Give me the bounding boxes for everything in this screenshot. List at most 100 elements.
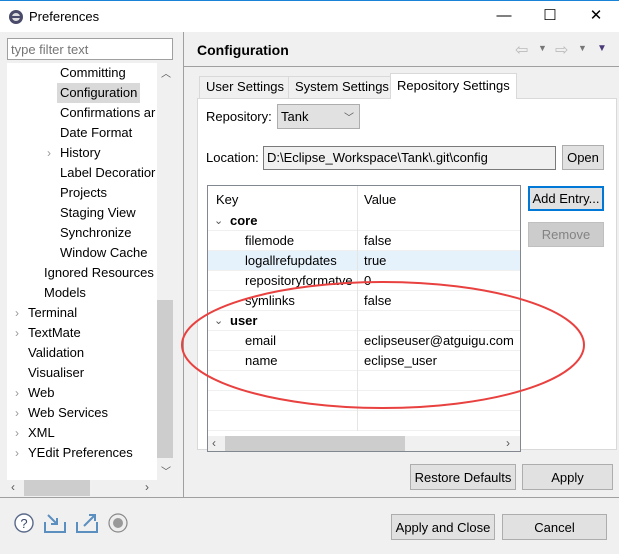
tree-item[interactable]: Window Cache bbox=[60, 243, 147, 263]
repository-select[interactable]: Tank ﹀ bbox=[277, 104, 360, 129]
tree-item[interactable]: Committing bbox=[60, 63, 126, 83]
column-divider[interactable] bbox=[357, 186, 358, 431]
entry-value: eclipse_user bbox=[364, 353, 437, 368]
entry-key: email bbox=[245, 333, 277, 348]
table-section-row[interactable]: ⌄ core bbox=[208, 211, 520, 231]
expand-chevron-icon[interactable]: › bbox=[15, 403, 19, 423]
record-icon[interactable] bbox=[108, 513, 128, 533]
forward-icon[interactable]: ⇨ bbox=[555, 40, 568, 60]
tree-item[interactable]: Label Decoratior bbox=[60, 163, 155, 183]
tab-repository-settings[interactable]: Repository Settings bbox=[390, 73, 517, 99]
close-button[interactable]: ✕ bbox=[576, 5, 616, 29]
cancel-button[interactable]: Cancel bbox=[502, 514, 607, 540]
section-key: core bbox=[230, 213, 258, 228]
tree-item[interactable]: Terminal bbox=[28, 303, 77, 323]
tree-item[interactable]: Configuration bbox=[57, 83, 141, 103]
tree-scroll-thumb[interactable] bbox=[157, 300, 173, 458]
eclipse-gear-icon bbox=[9, 10, 23, 24]
open-button[interactable]: Open bbox=[562, 145, 604, 170]
table-row[interactable]: repositoryformatve 0 bbox=[208, 271, 520, 291]
entry-value: 0 bbox=[364, 273, 372, 288]
add-entry-button[interactable]: Add Entry... bbox=[528, 186, 604, 211]
apply-button[interactable]: Apply bbox=[522, 464, 613, 490]
view-menu-icon[interactable]: ▼ bbox=[597, 43, 607, 54]
empty-row bbox=[208, 411, 520, 431]
tab-user-settings[interactable]: User Settings bbox=[199, 76, 292, 98]
entry-value: false bbox=[364, 293, 392, 308]
entry-key: symlinks bbox=[245, 293, 295, 308]
help-icon[interactable]: ? bbox=[14, 513, 34, 533]
filter-input[interactable] bbox=[7, 38, 173, 60]
tree-item[interactable]: Models bbox=[44, 283, 86, 303]
column-header-value[interactable]: Value bbox=[364, 188, 396, 212]
table-horizontal-scrollbar[interactable]: ‹ › bbox=[208, 436, 520, 451]
tree-item[interactable]: YEdit Preferences bbox=[28, 443, 133, 463]
apply-and-close-button[interactable]: Apply and Close bbox=[391, 514, 495, 540]
expand-chevron-icon[interactable]: › bbox=[15, 423, 19, 443]
entry-key: filemode bbox=[245, 233, 295, 248]
preferences-tree: Committing Configuration Confirmations ar D… bbox=[7, 63, 157, 480]
import-icon[interactable] bbox=[43, 512, 67, 534]
tree-item[interactable]: Synchronize bbox=[60, 223, 132, 243]
collapse-chevron-icon[interactable]: ⌄ bbox=[214, 311, 223, 331]
tree-item[interactable]: History bbox=[60, 143, 100, 163]
expand-chevron-icon[interactable]: › bbox=[47, 143, 51, 163]
maximize-button[interactable]: ☐ bbox=[530, 5, 570, 29]
expand-chevron-icon[interactable]: › bbox=[15, 443, 19, 463]
back-menu-icon[interactable]: ▼ bbox=[538, 43, 547, 53]
svg-text:?: ? bbox=[20, 516, 27, 531]
repository-label: Repository: bbox=[206, 109, 272, 124]
expand-chevron-icon[interactable]: › bbox=[15, 383, 19, 403]
tree-item[interactable]: Projects bbox=[60, 183, 107, 203]
tree-item[interactable]: Web Services bbox=[28, 403, 108, 423]
title-bar: Preferences — ☐ ✕ bbox=[0, 0, 619, 32]
table-header: Key Value bbox=[208, 188, 520, 212]
chevron-down-icon: ﹀ bbox=[344, 113, 354, 124]
column-header-key[interactable]: Key bbox=[216, 188, 238, 212]
config-table: Key Value ⌄ core filemode false logallrefupd… bbox=[207, 185, 521, 452]
page-title: Configuration bbox=[197, 42, 289, 58]
section-key: user bbox=[230, 313, 258, 328]
tab-system-settings[interactable]: System Settings bbox=[288, 76, 396, 98]
remove-button[interactable]: Remove bbox=[528, 222, 604, 247]
tree-item[interactable]: Web bbox=[28, 383, 55, 403]
dialog-button-bar: ? Apply and Close Cancel bbox=[0, 497, 619, 554]
tree-item[interactable]: Validation bbox=[28, 343, 84, 363]
tree-item[interactable]: Date Format bbox=[60, 123, 132, 143]
tree-horizontal-scrollbar[interactable]: ‹ › bbox=[7, 480, 157, 496]
sash-divider[interactable] bbox=[183, 32, 184, 498]
tree-item[interactable]: Staging View bbox=[60, 203, 136, 223]
entry-key: repositoryformatve bbox=[245, 273, 353, 288]
header-divider bbox=[184, 66, 619, 67]
entry-value: true bbox=[364, 253, 387, 268]
tree-item[interactable]: Visualiser bbox=[28, 363, 84, 383]
table-row[interactable]: symlinks false bbox=[208, 291, 520, 311]
table-row[interactable]: email eclipseuser@atguigu.com bbox=[208, 331, 520, 351]
entry-value: eclipseuser@atguigu.com bbox=[364, 333, 514, 348]
tree-item[interactable]: XML bbox=[28, 423, 55, 443]
expand-chevron-icon[interactable]: › bbox=[15, 303, 19, 323]
tree-item[interactable]: Ignored Resources bbox=[44, 263, 154, 283]
tree-item[interactable]: TextMate bbox=[28, 323, 81, 343]
collapse-chevron-icon[interactable]: ⌄ bbox=[214, 211, 223, 231]
entry-value: false bbox=[364, 233, 392, 248]
export-icon[interactable] bbox=[75, 512, 99, 534]
restore-defaults-button[interactable]: Restore Defaults bbox=[410, 464, 516, 490]
location-field[interactable]: D:\Eclipse_Workspace\Tank\.git\config bbox=[263, 146, 556, 170]
empty-row bbox=[208, 391, 520, 411]
tree-item[interactable]: Confirmations ar bbox=[60, 103, 155, 123]
forward-menu-icon[interactable]: ▼ bbox=[578, 43, 587, 53]
table-section-row[interactable]: ⌄ user bbox=[208, 311, 520, 331]
table-row[interactable]: filemode false bbox=[208, 231, 520, 251]
back-icon[interactable]: ⇦ bbox=[515, 40, 528, 60]
repository-value: Tank bbox=[281, 109, 309, 124]
window-title: Preferences bbox=[29, 9, 100, 24]
entry-key: name bbox=[245, 353, 278, 368]
minimize-button[interactable]: — bbox=[484, 5, 524, 29]
empty-row bbox=[208, 371, 520, 391]
entry-key: logallrefupdates bbox=[245, 253, 337, 268]
expand-chevron-icon[interactable]: › bbox=[15, 323, 19, 343]
table-row[interactable]: name eclipse_user bbox=[208, 351, 520, 371]
location-label: Location: bbox=[206, 150, 259, 165]
table-row[interactable]: logallrefupdates true bbox=[208, 251, 520, 271]
